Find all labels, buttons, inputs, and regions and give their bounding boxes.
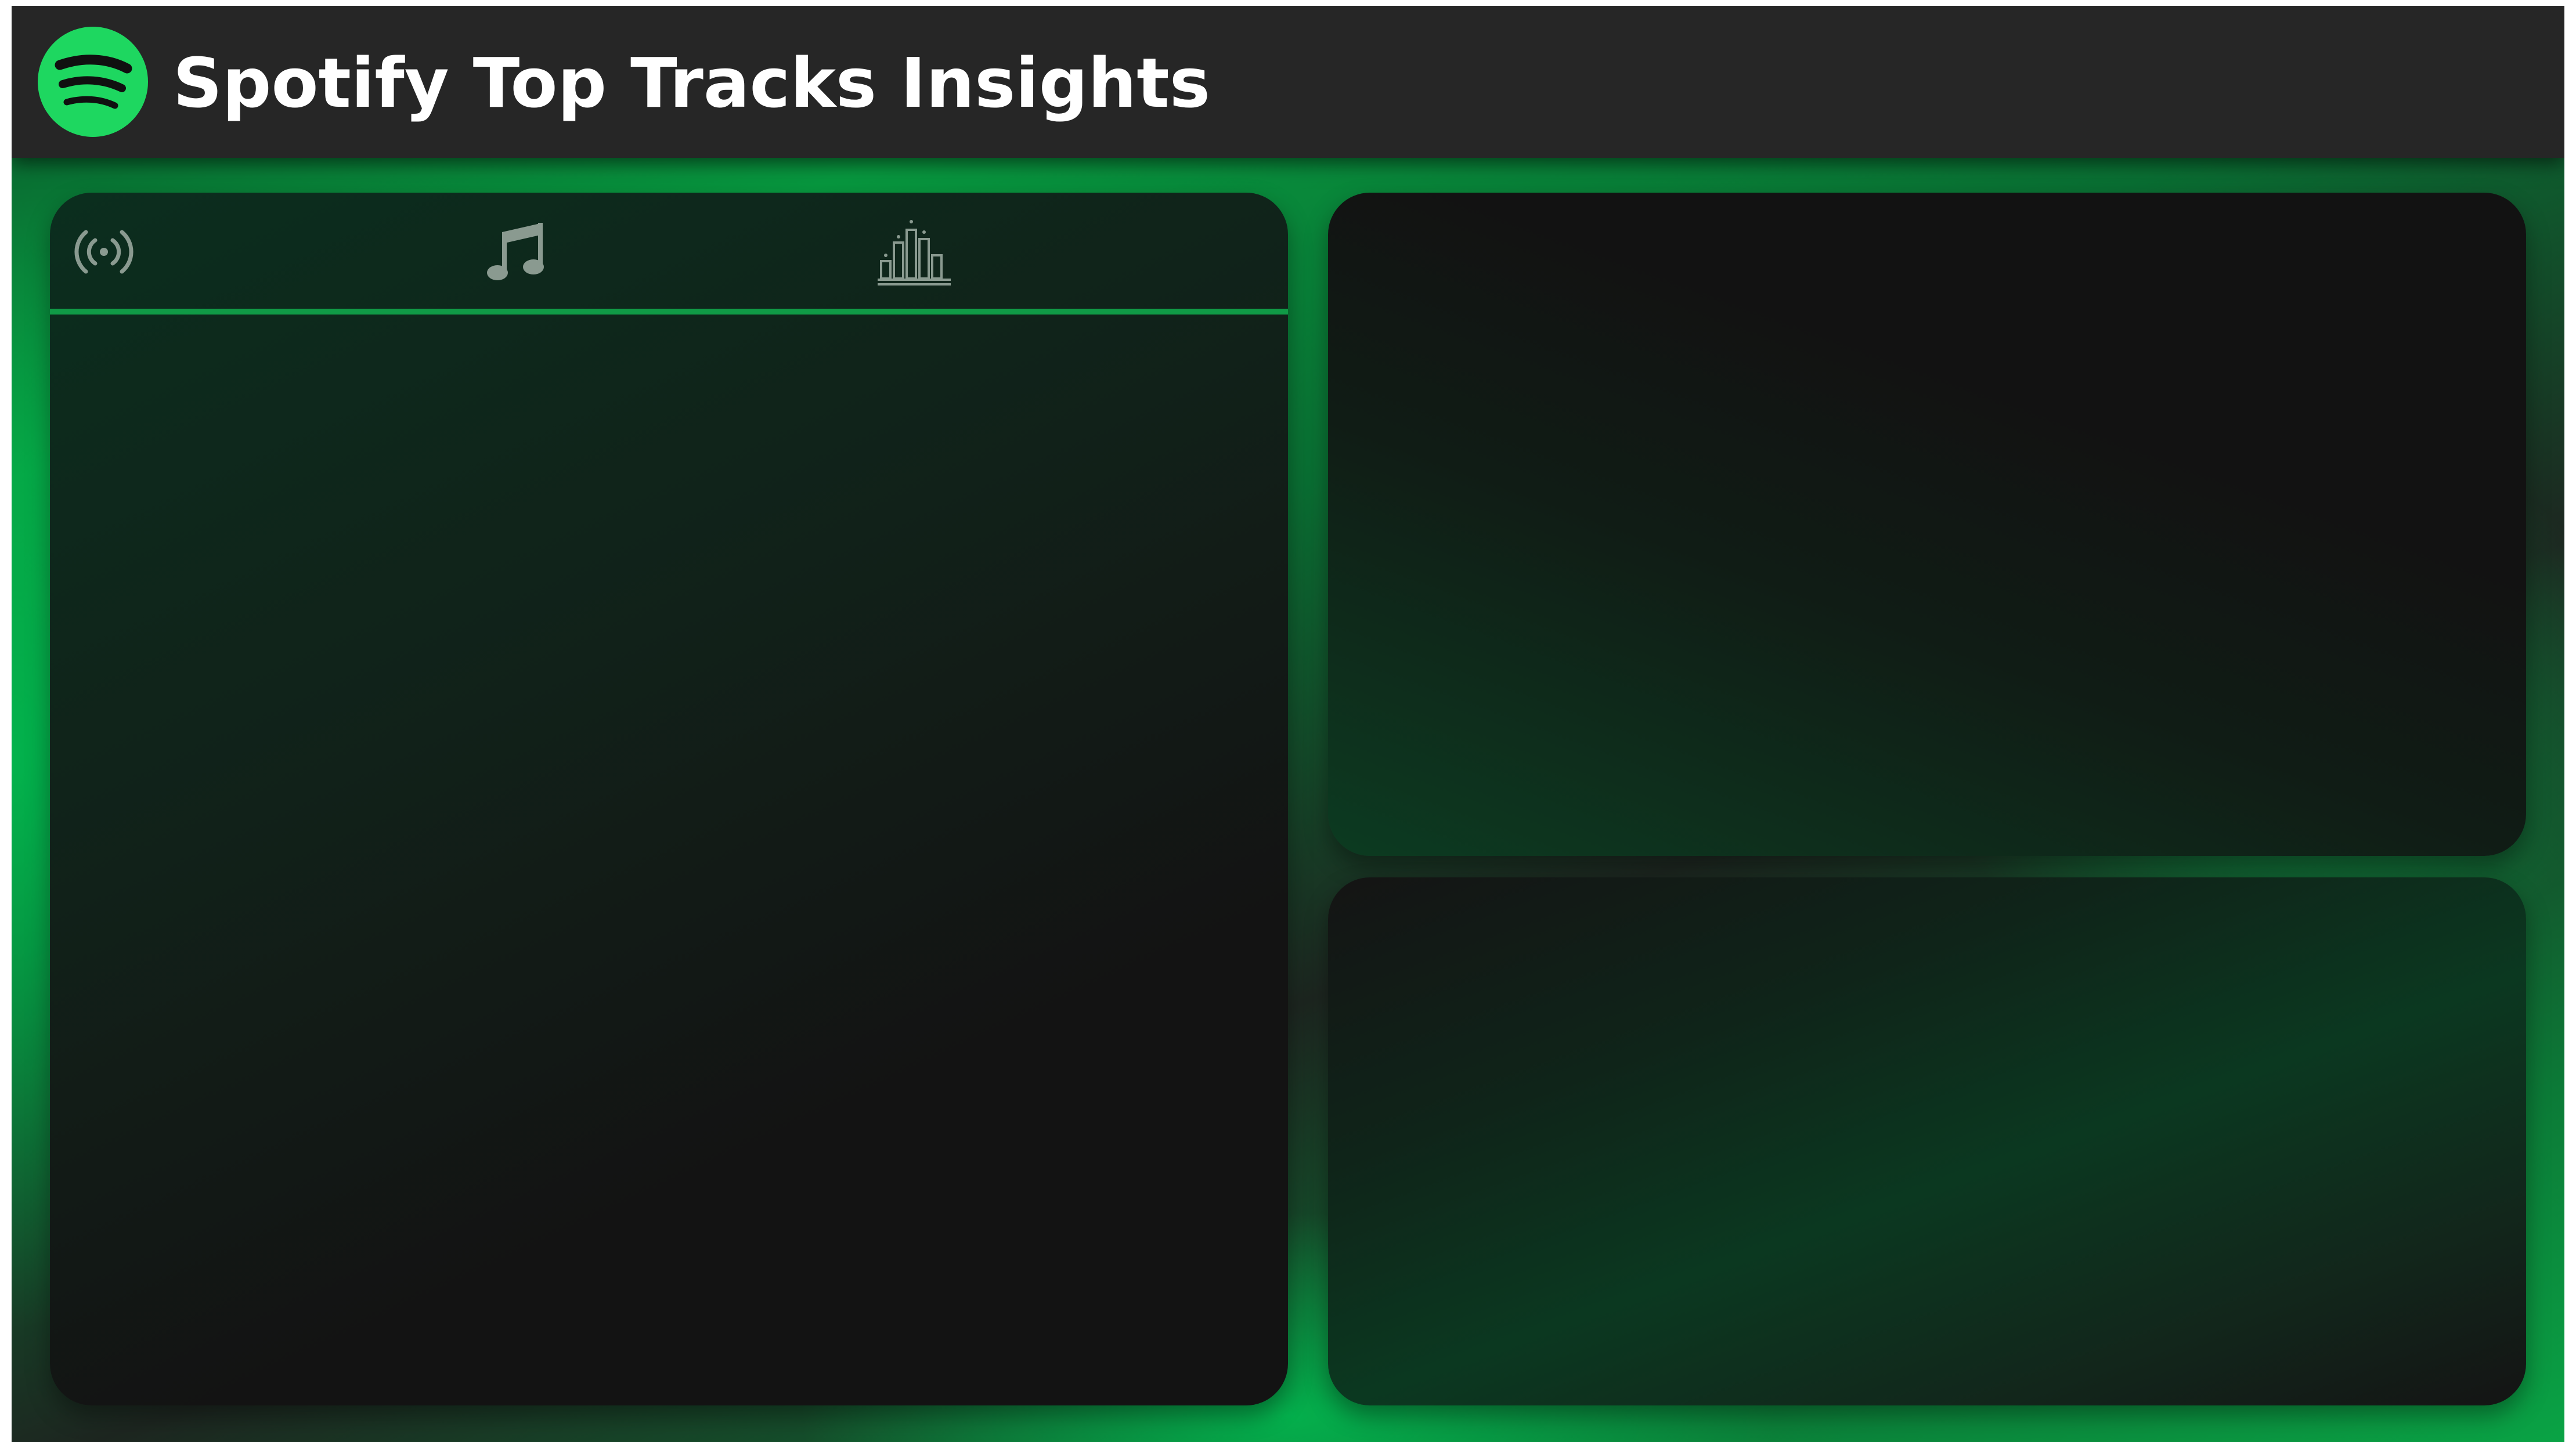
tab-content-area — [50, 315, 1288, 1405]
music-note-icon[interactable] — [485, 219, 549, 284]
panel-content — [1328, 877, 2526, 1405]
app-canvas: Spotify Top Tracks Insights — [0, 0, 2576, 1442]
tabbed-panel — [50, 193, 1288, 1405]
app-header: Spotify Top Tracks Insights — [12, 6, 2564, 158]
insights-panel-top — [1328, 193, 2526, 856]
insights-panel-bottom — [1328, 877, 2526, 1405]
panel-content — [1328, 193, 2526, 856]
tab-underline — [50, 309, 1288, 315]
spotify-logo-icon — [38, 27, 148, 137]
bar-chart-icon[interactable] — [876, 217, 952, 285]
tab-bar — [50, 193, 1288, 315]
broadcast-icon[interactable] — [72, 223, 136, 281]
page-title: Spotify Top Tracks Insights — [173, 43, 1210, 123]
dashboard-frame: Spotify Top Tracks Insights — [12, 6, 2564, 1442]
